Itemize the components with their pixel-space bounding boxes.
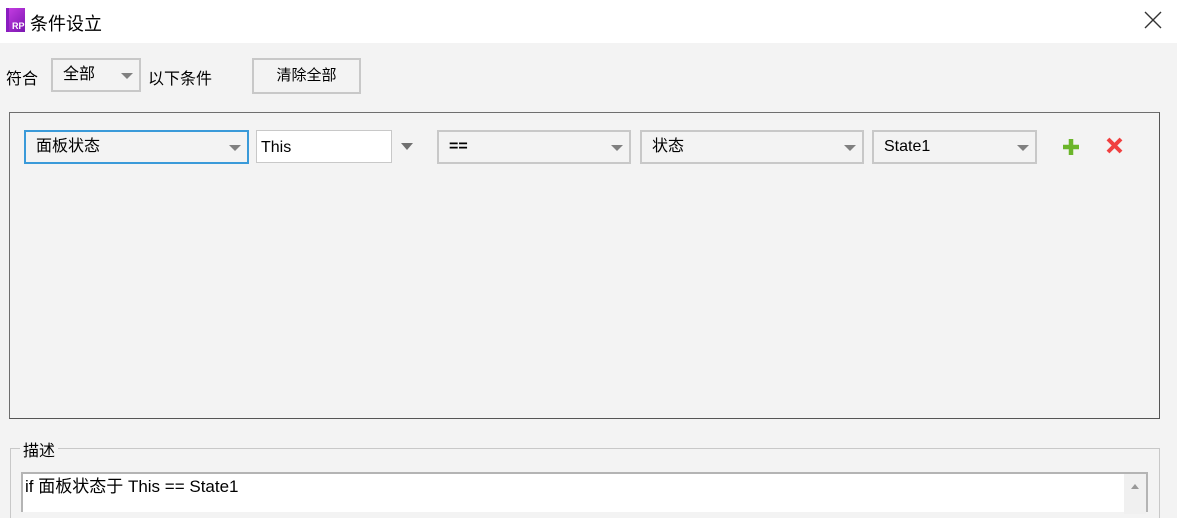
app-logo-icon: RP (6, 8, 25, 32)
operator-select[interactable]: == (437, 130, 631, 164)
close-icon[interactable] (1106, 137, 1123, 154)
chevron-down-icon (611, 145, 623, 151)
target-value-input[interactable]: This (256, 130, 392, 163)
clear-all-button[interactable]: 清除全部 (252, 58, 361, 94)
scroll-up-icon[interactable] (1131, 484, 1139, 489)
conditions-label: 以下条件 (148, 71, 213, 88)
description-textarea[interactable]: if 面板状态于 This == State1 (21, 472, 1148, 514)
chevron-down-icon (121, 73, 133, 79)
value-select[interactable]: State1 (872, 130, 1037, 164)
match-label: 符合 (6, 71, 39, 88)
close-window-button[interactable] (1142, 9, 1164, 31)
chevron-down-icon (1017, 145, 1029, 151)
plus-icon[interactable] (1062, 138, 1080, 156)
target-dropdown-chevron-icon[interactable] (401, 143, 413, 150)
description-legend: 描述 (20, 437, 59, 461)
match-select[interactable]: 全部 (51, 58, 141, 92)
title-bar (0, 0, 1177, 43)
chevron-down-icon (229, 145, 241, 151)
chevron-down-icon (844, 145, 856, 151)
value-type-select[interactable]: 状态 (640, 130, 864, 164)
scrollbar[interactable] (1124, 474, 1146, 514)
target-type-select[interactable]: 面板状态 (24, 130, 249, 164)
window-title: 条件设立 (30, 14, 102, 34)
